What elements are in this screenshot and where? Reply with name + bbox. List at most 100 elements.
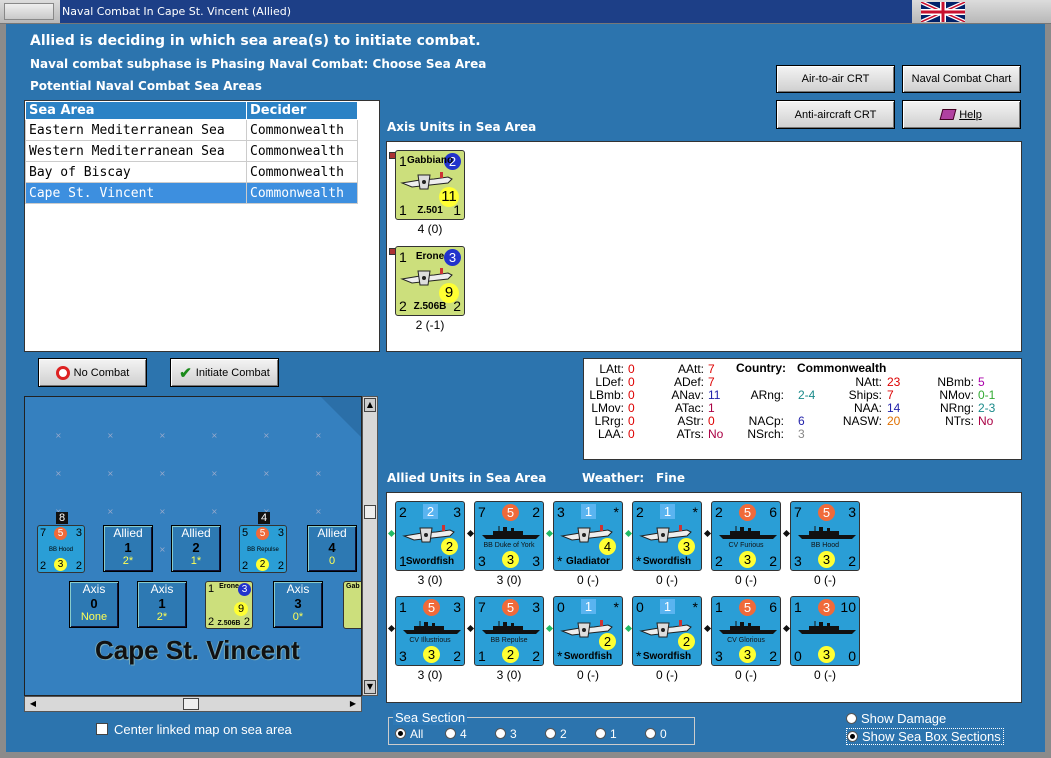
allied-sea-box[interactable]: Allied 4 0: [307, 525, 357, 572]
allied-sea-box[interactable]: Allied 1 2*: [103, 525, 153, 572]
show-damage-radio[interactable]: [846, 713, 857, 724]
unit-caption: 0 (-): [735, 668, 757, 682]
decider-cell[interactable]: Commonwealth: [246, 161, 358, 183]
stat-value: 7: [708, 362, 715, 376]
sea-area-row[interactable]: Western Mediterranean Sea Commonwealth: [25, 140, 358, 162]
sea-area-cell[interactable]: Bay of Biscay: [25, 161, 247, 183]
scroll-up-arrow-icon[interactable]: ▲: [364, 398, 376, 412]
no-combat-button[interactable]: No Combat: [38, 358, 147, 387]
stat-value: 0: [628, 427, 635, 441]
sea-area-cell[interactable]: Cape St. Vincent: [25, 182, 247, 204]
counter-top-right: 3: [453, 504, 461, 520]
sea-section-option[interactable]: 0: [645, 727, 667, 741]
map-vertical-scrollbar[interactable]: ▲ ▼: [362, 396, 378, 696]
sea-area-cell[interactable]: Eastern Mediterranean Sea: [25, 119, 247, 141]
unit-marker-icon: [466, 529, 475, 538]
map-horizontal-scrollbar[interactable]: ◀ ▶: [24, 696, 362, 712]
unit-caption: 0 (-): [577, 668, 599, 682]
allied-unit-counter[interactable]: 7 5 3 BB Hood 3 3 2: [790, 501, 860, 571]
scroll-down-arrow-icon[interactable]: ▼: [364, 680, 376, 694]
stat-label: NRng:: [939, 401, 974, 415]
center-map-option[interactable]: Center linked map on sea area: [96, 722, 292, 737]
counter-top-left: 3: [557, 504, 565, 520]
unit-name: Swordfish: [642, 556, 692, 567]
allied-unit-counter[interactable]: 1 3 10 0 3 0: [790, 596, 860, 666]
vertical-scroll-thumb[interactable]: [364, 505, 376, 519]
decider-cell[interactable]: Commonwealth: [246, 140, 358, 162]
box-status: None: [80, 611, 108, 623]
help-button[interactable]: Help: [902, 100, 1021, 129]
sea-area-cell[interactable]: Western Mediterranean Sea: [25, 140, 247, 162]
anti-aircraft-crt-button[interactable]: Anti-aircraft CRT: [776, 100, 895, 129]
show-sea-box-option[interactable]: Show Sea Box Sections: [846, 728, 1004, 745]
allied-unit-counter[interactable]: 1 5 3 CV Illustrious 3 3 2: [395, 596, 465, 666]
allied-unit-counter[interactable]: 3 1 * Gladiator * 4: [553, 501, 623, 571]
weather-label: Weather:: [582, 471, 645, 485]
show-damage-option[interactable]: Show Damage: [846, 711, 946, 726]
air-to-air-crt-button[interactable]: Air-to-air CRT: [776, 65, 895, 93]
sea-area-row[interactable]: Bay of Biscay Commonwealth: [25, 161, 358, 183]
center-map-checkbox[interactable]: [96, 723, 108, 735]
allied-unit-counter[interactable]: 1 5 6 CV Glorious 3 3 2: [711, 596, 781, 666]
sea-section-option[interactable]: 4: [445, 727, 467, 741]
wave-mark: ×: [315, 507, 322, 516]
sea-section-radio[interactable]: [495, 728, 506, 739]
allied-unit-counter[interactable]: 2 5 6 CV Furious 2 3 2: [711, 501, 781, 571]
box-status: 0: [328, 555, 336, 567]
decider-cell[interactable]: Commonwealth: [246, 119, 358, 141]
allied-unit-counter[interactable]: 2 2 3 Swordfish 1 2: [395, 501, 465, 571]
map-ship-counter[interactable]: 4 5 3 2 2 5 BB Repulse 2: [239, 512, 287, 573]
scroll-right-arrow-icon[interactable]: ▶: [346, 697, 360, 711]
decider-cell[interactable]: Commonwealth: [246, 182, 358, 204]
minimize-button[interactable]: [4, 3, 54, 20]
stat-value: 20: [887, 414, 901, 428]
sea-area-row[interactable]: Cape St. Vincent Commonwealth: [25, 182, 358, 204]
axis-unit-counter[interactable]: 1 3 Erone 9 2 Z.506B 2: [395, 246, 465, 316]
naval-combat-chart-button[interactable]: Naval Combat Chart: [902, 65, 1021, 93]
axis-sea-box[interactable]: Axis 0 None: [69, 581, 119, 628]
allied-unit-counter[interactable]: 7 5 2 BB Duke of York 3 3 3: [474, 501, 544, 571]
horizontal-scroll-thumb[interactable]: [183, 698, 199, 710]
strength-badge: 2: [599, 633, 616, 650]
sea-section-option[interactable]: 2: [545, 727, 567, 741]
sea-section-radio[interactable]: [645, 728, 656, 739]
allied-unit-counter[interactable]: 7 5 3 BB Repulse 1 2 2: [474, 596, 544, 666]
counter-bottom-left: 3: [399, 648, 407, 664]
sea-section-radio[interactable]: [595, 728, 606, 739]
map-air-counter[interactable]: 1 2 2 Erone 3 9 Z.506B: [205, 581, 253, 629]
counter-badge: 5: [502, 599, 519, 616]
counter-badge: 5: [818, 504, 835, 521]
axis-sea-box[interactable]: Axis 1 2*: [137, 581, 187, 628]
sea-area-map[interactable]: Cape St. Vincent ×××××××××××××××××××××××…: [24, 396, 362, 696]
allied-sea-box[interactable]: Allied 2 1*: [171, 525, 221, 572]
stat-value: No: [978, 414, 994, 428]
stat-value: 0: [628, 388, 635, 402]
map-ship-counter[interactable]: 8 7 3 2 2 5 BB Hood 3: [37, 512, 85, 573]
counter-bottom-right: 3: [532, 553, 540, 569]
unit-marker-icon: [703, 624, 712, 633]
scroll-left-arrow-icon[interactable]: ◀: [26, 697, 40, 711]
show-sea-box-radio[interactable]: [847, 731, 858, 742]
sea-section-radio[interactable]: [445, 728, 456, 739]
stat-label: LBmb:: [589, 388, 624, 402]
allied-unit-counter[interactable]: 0 1 * Swordfish * 2: [632, 596, 702, 666]
sea-section-radio[interactable]: [545, 728, 556, 739]
unit-caption: 4 (0): [417, 222, 443, 236]
sea-section-option[interactable]: All: [395, 727, 423, 741]
sea-section-option[interactable]: 1: [595, 727, 617, 741]
wave-mark: ×: [107, 507, 114, 516]
axis-sea-box[interactable]: Axis 3 0*: [273, 581, 323, 628]
map-partial-counter[interactable]: Gab: [343, 581, 361, 629]
allied-unit-counter[interactable]: 2 1 * Swordfish * 3: [632, 501, 702, 571]
counter-top-left: 7: [794, 504, 802, 520]
allied-unit-counter[interactable]: 0 1 * Swordfish * 2: [553, 596, 623, 666]
counter-badge: 5: [54, 527, 67, 540]
sea-section-option[interactable]: 3: [495, 727, 517, 741]
sea-section-radio[interactable]: [395, 728, 406, 739]
sea-area-row[interactable]: Eastern Mediterranean Sea Commonwealth: [25, 119, 358, 141]
stat-value: 2-3: [978, 401, 996, 415]
initiate-combat-button[interactable]: ✔ Initiate Combat: [170, 358, 279, 387]
counter-bottom-left: 3: [715, 648, 723, 664]
stat-value: 14: [887, 401, 901, 415]
axis-unit-counter[interactable]: 1 2 Gabbiano 11 1 Z.501 1: [395, 150, 465, 220]
